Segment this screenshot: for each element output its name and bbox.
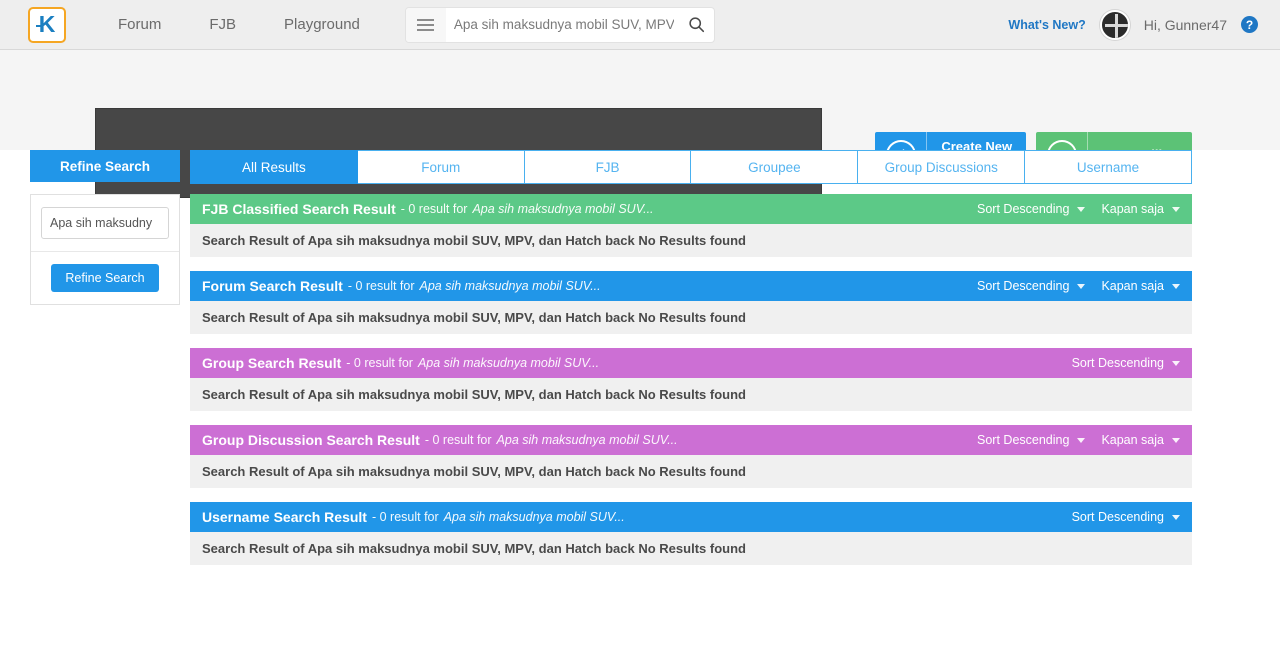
chevron-down-icon (1077, 206, 1086, 212)
result-header: Username Search Result - 0 result for Ap… (190, 502, 1192, 532)
chevron-down-icon (1172, 206, 1180, 212)
time-label: Kapan saja (1101, 433, 1164, 447)
result-count: - 0 result for (346, 356, 413, 370)
result-header: Group Discussion Search Result - 0 resul… (190, 425, 1192, 455)
whats-new-link[interactable]: What's New? (1008, 18, 1085, 32)
chevron-down-icon (1172, 514, 1180, 520)
site-logo[interactable]: K (28, 6, 66, 43)
refine-search-button[interactable]: Refine Search (51, 264, 159, 292)
search-results-list: FJB Classified Search Result - 0 result … (190, 194, 1192, 579)
result-body-text: Search Result of Apa sih maksudnya mobil… (190, 224, 1192, 257)
time-label: Kapan saja (1101, 279, 1164, 293)
result-title: Group Discussion Search Result (202, 432, 420, 448)
result-count: - 0 result for (347, 279, 415, 293)
sort-dropdown[interactable]: Sort Descending (1072, 510, 1180, 524)
result-body-text: Search Result of Apa sih maksudnya mobil… (190, 532, 1192, 565)
result-count: - 0 result for (371, 510, 439, 524)
result-query: Apa sih maksudnya mobil SUV... (417, 356, 600, 370)
tab-group-discussions[interactable]: Group Discussions (858, 150, 1026, 184)
nav-item-forum[interactable]: Forum (94, 16, 185, 33)
sort-label: Sort Descending (977, 202, 1070, 216)
sort-label: Sort Descending (1071, 356, 1164, 370)
result-body-text: Search Result of Apa sih maksudnya mobil… (190, 301, 1192, 334)
result-body-text: Search Result of Apa sih maksudnya mobil… (190, 378, 1192, 411)
nav-item-fjb[interactable]: FJB (185, 16, 260, 33)
chevron-down-icon (1077, 283, 1086, 289)
result-body-text: Search Result of Apa sih maksudnya mobil… (190, 455, 1192, 488)
username-greeting[interactable]: Hi, Gunner47 (1144, 17, 1227, 33)
time-filter-dropdown[interactable]: Kapan saja (1101, 433, 1180, 447)
tab-username[interactable]: Username (1025, 150, 1192, 184)
result-controls: Sort Descending (1072, 356, 1180, 370)
tab-all-results[interactable]: All Results (190, 150, 358, 184)
site-header: K Forum FJB Playground What's New? Hi, G… (0, 0, 1280, 50)
main-nav: Forum FJB Playground (94, 16, 384, 33)
result-header: Forum Search Result - 0 result for Apa s… (190, 271, 1192, 301)
result-block-group-discussion: Group Discussion Search Result - 0 resul… (190, 425, 1192, 488)
header-user-area: What's New? Hi, Gunner47 ? (1008, 9, 1258, 40)
logo-letter: K (35, 11, 56, 37)
hamburger-icon[interactable] (405, 7, 446, 42)
sort-dropdown[interactable]: Sort Descending (977, 279, 1086, 293)
chevron-down-icon (1077, 437, 1086, 443)
result-block-forum: Forum Search Result - 0 result for Apa s… (190, 271, 1192, 334)
top-ad-row: Create NewThread Rp Start Selling (0, 50, 1280, 198)
search-icon[interactable] (680, 8, 714, 42)
help-icon[interactable]: ? (1241, 16, 1258, 33)
result-title: Forum Search Result (202, 278, 343, 294)
result-block-group: Group Search Result - 0 result for Apa s… (190, 348, 1192, 411)
tab-forum[interactable]: Forum (357, 150, 525, 184)
time-filter-dropdown[interactable]: Kapan saja (1101, 202, 1180, 216)
refine-keyword-input[interactable] (41, 207, 169, 239)
sort-dropdown[interactable]: Sort Descending (977, 433, 1086, 447)
chevron-down-icon (1172, 437, 1180, 443)
result-header: Group Search Result - 0 result for Apa s… (190, 348, 1192, 378)
sort-dropdown[interactable]: Sort Descending (1072, 356, 1180, 370)
chevron-down-icon (1172, 360, 1180, 366)
tabs-row: Refine Search All Results Forum FJB Grou… (0, 150, 1280, 184)
search-input[interactable] (445, 17, 680, 32)
avatar[interactable] (1099, 9, 1130, 40)
result-query: Apa sih maksudnya mobil SUV... (472, 202, 654, 216)
result-title: FJB Classified Search Result (202, 201, 396, 217)
refine-search-tab[interactable]: Refine Search (30, 150, 180, 182)
result-query: Apa sih maksudnya mobil SUV... (419, 279, 601, 293)
result-controls: Sort Descending Kapan saja (977, 433, 1180, 447)
result-block-username: Username Search Result - 0 result for Ap… (190, 502, 1192, 565)
result-controls: Sort Descending Kapan saja (977, 202, 1180, 216)
time-label: Kapan saja (1101, 202, 1164, 216)
result-count: - 0 result for (400, 202, 468, 216)
result-query: Apa sih maksudnya mobil SUV... (443, 510, 625, 524)
result-query: Apa sih maksudnya mobil SUV... (496, 433, 678, 447)
result-controls: Sort Descending (1072, 510, 1180, 524)
result-tabs: All Results Forum FJB Groupee Group Disc… (190, 150, 1192, 184)
sort-label: Sort Descending (1071, 510, 1164, 524)
sort-label: Sort Descending (977, 279, 1070, 293)
time-filter-dropdown[interactable]: Kapan saja (1101, 279, 1180, 293)
sort-label: Sort Descending (977, 433, 1070, 447)
result-count: - 0 result for (424, 433, 492, 447)
tab-groupee[interactable]: Groupee (691, 150, 859, 184)
tab-fjb[interactable]: FJB (524, 150, 692, 184)
sort-dropdown[interactable]: Sort Descending (977, 202, 1086, 216)
search-bar (405, 7, 714, 42)
refine-search-panel: Refine Search (30, 194, 180, 305)
nav-item-playground[interactable]: Playground (260, 16, 384, 33)
result-title: Username Search Result (202, 509, 367, 525)
chevron-down-icon (1172, 283, 1180, 289)
result-header: FJB Classified Search Result - 0 result … (190, 194, 1192, 224)
result-controls: Sort Descending Kapan saja (977, 279, 1180, 293)
divider (31, 251, 179, 252)
result-title: Group Search Result (202, 355, 342, 371)
result-block-fjb-classified: FJB Classified Search Result - 0 result … (190, 194, 1192, 257)
